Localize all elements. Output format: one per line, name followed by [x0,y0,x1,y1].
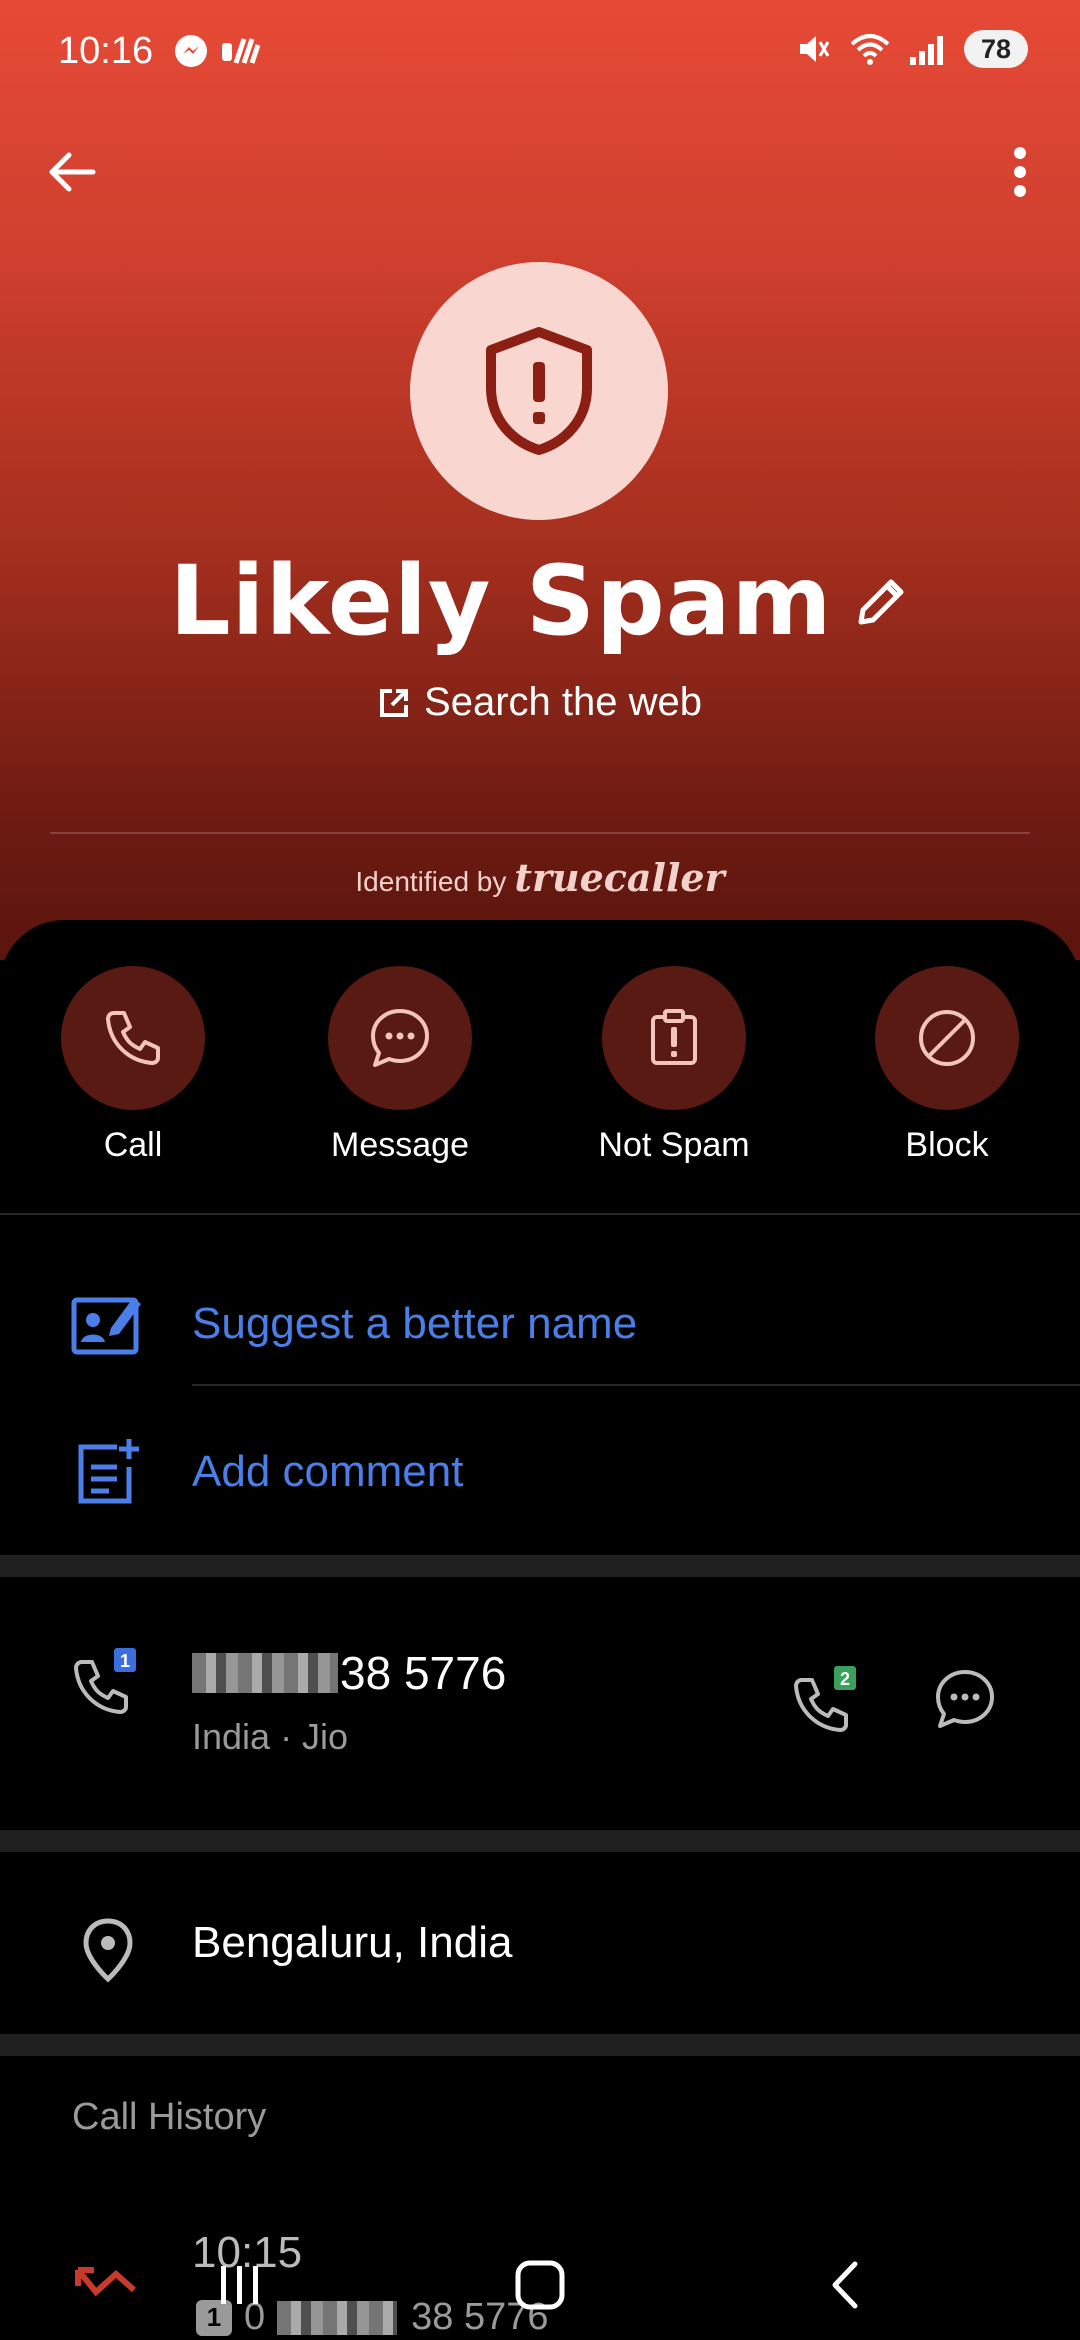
status-time: 10:16 [58,30,154,72]
shield-alert-icon [486,327,592,455]
not-spam-action-button[interactable]: Not Spam [564,966,784,1165]
location-pin-icon [83,1918,133,1983]
title-row: Likely Spam [0,545,1080,657]
call-action-circle [61,966,205,1110]
call-action-button[interactable]: Call [23,966,243,1165]
arrow-left-icon [49,152,96,192]
edit-contact-card-icon [71,1297,141,1355]
call-history-heading: Call History [72,2096,267,2138]
sim1-call-icon: 1 [74,1648,136,1714]
sms-button[interactable] [932,1666,1012,1746]
external-link-icon [380,688,409,717]
not-spam-action-circle [602,966,746,1110]
signal-icon [910,36,943,65]
mute-icon [800,36,830,62]
nav-back-button[interactable] [805,2250,885,2320]
call-action-label: Call [103,1126,163,1164]
sim2-call-button[interactable]: 2 [790,1664,870,1744]
messenger-icon [175,35,207,67]
add-comment-icon [78,1439,139,1504]
status-icons-right: 78 [794,30,1028,68]
phone-carrier: India · Jio [192,1716,349,1757]
identified-by-label: Identified by [355,866,507,897]
truecaller-logo: truecaller [514,855,725,900]
svg-text:2: 2 [840,1669,850,1689]
block-action-button[interactable]: Block [837,966,1057,1165]
chevron-left-icon [832,2261,858,2309]
phone-number-row[interactable]: 1 [0,1622,1080,1782]
action-bar: Call Message Not Spam Block [0,966,1080,1176]
status-bar: 10:16 78 [0,0,1080,110]
location-icon-wrap [68,1910,148,1990]
chat-bubble-icon [936,1670,994,1728]
not-spam-action-label: Not Spam [598,1126,750,1164]
message-action-circle [328,966,472,1110]
sim-signal-icon [222,38,260,64]
back-button[interactable] [40,140,104,204]
add-comment-link: Add comment [192,1447,464,1496]
add-comment-row[interactable]: Add comment [0,1410,1080,1534]
phone-icon [106,1011,160,1065]
recents-icon [221,2266,258,2304]
redacted-number-prefix [192,1653,338,1693]
search-web-label: Search the web [424,680,702,724]
link-divider [192,1384,1080,1386]
svg-text:1: 1 [120,1651,130,1671]
more-options-button[interactable] [988,140,1052,204]
edit-name-icon[interactable] [853,572,911,630]
status-icons-left [172,32,260,70]
phone-number-suffix: 38 5776 [340,1647,507,1699]
section-divider [0,2034,1080,2056]
section-divider [0,1555,1080,1577]
chat-bubble-icon [371,1009,429,1067]
message-action-button[interactable]: Message [290,966,510,1165]
sim1-call-icon-wrap[interactable]: 1 [68,1644,148,1724]
location-text: Bengaluru, India [192,1918,513,1967]
search-web-link[interactable]: Search the web [0,680,1080,725]
battery-indicator: 78 [964,30,1028,68]
identified-by: Identified by truecaller [0,855,1080,900]
phone-number: 38 5776 [192,1646,506,1700]
home-icon [515,2260,565,2310]
block-action-label: Block [905,1126,989,1164]
clipboard-alert-icon [651,1009,697,1065]
contact-title: Likely Spam [169,545,833,657]
recents-button[interactable] [200,2250,280,2320]
home-button[interactable] [500,2250,580,2320]
location-row [0,1900,1080,2000]
suggest-name-link: Suggest a better name [192,1299,638,1348]
sim2-call-icon: 2 [794,1666,856,1732]
block-action-circle [875,966,1019,1110]
message-action-label: Message [331,1126,469,1164]
suggest-name-icon-wrap [68,1284,148,1364]
spam-avatar [410,262,668,520]
section-divider [0,1830,1080,1852]
wifi-icon [850,34,890,65]
block-icon [919,1010,975,1066]
actions-divider [0,1213,1080,1215]
more-vertical-icon [1014,147,1026,197]
system-nav-bar [0,2230,1080,2340]
add-comment-icon-wrap [68,1432,148,1512]
header-divider [50,832,1030,834]
suggest-name-row[interactable]: Suggest a better name [0,1262,1080,1386]
